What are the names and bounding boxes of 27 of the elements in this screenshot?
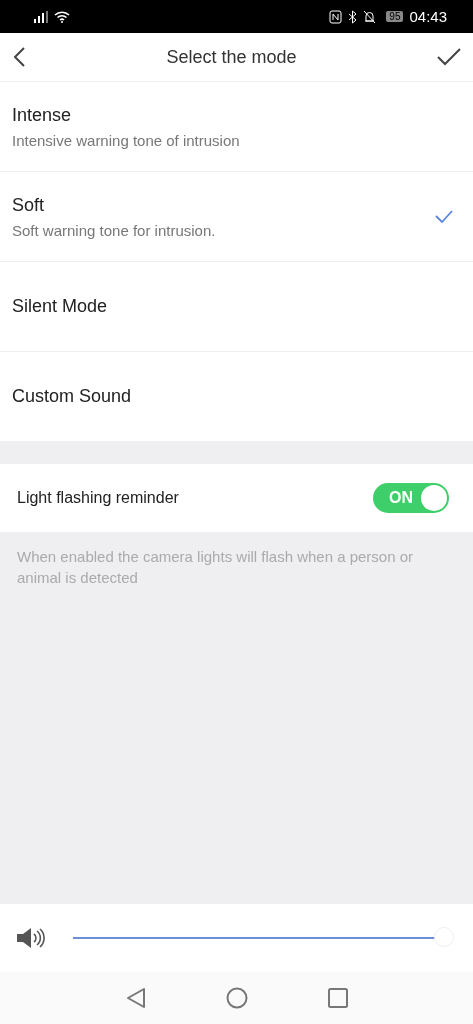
mode-name: Soft — [12, 194, 46, 216]
home-nav-button[interactable] — [225, 987, 248, 1009]
page-title: Select the mode — [165, 46, 298, 68]
wifi-icon — [54, 10, 70, 23]
recents-nav-button[interactable] — [327, 988, 348, 1008]
back-nav-button[interactable] — [125, 987, 146, 1009]
mode-name: Intense — [12, 104, 73, 126]
slider-thumb[interactable] — [434, 927, 454, 947]
back-button[interactable] — [12, 46, 26, 68]
bluetooth-icon — [348, 9, 358, 24]
mode-option[interactable]: Silent Mode — [0, 262, 473, 352]
battery-level: 95 — [386, 11, 404, 22]
mode-description: Intensive warning tone of intrusion — [12, 131, 241, 149]
setting-label: Light flashing reminder — [17, 489, 180, 507]
mode-option[interactable]: Custom Sound — [0, 352, 473, 442]
mode-option[interactable]: Intense Intensive warning tone of intrusion — [0, 82, 473, 172]
nfc-icon — [329, 9, 343, 24]
confirm-check-button[interactable] — [437, 48, 461, 66]
mode-name: Silent Mode — [12, 296, 109, 317]
setting-note: When enabled the camera lights will flash when a person or animal is detected — [16, 547, 415, 588]
muted-bell-icon — [363, 9, 377, 24]
mode-name: Custom Sound — [12, 386, 133, 407]
clock-time: 04:43 — [409, 8, 447, 25]
speaker-icon — [16, 927, 46, 949]
mode-description: Soft warning tone for intrusion. — [12, 221, 217, 239]
signal-icon — [34, 10, 48, 23]
mode-option[interactable]: Soft Soft warning tone for intrusion. — [0, 172, 473, 262]
